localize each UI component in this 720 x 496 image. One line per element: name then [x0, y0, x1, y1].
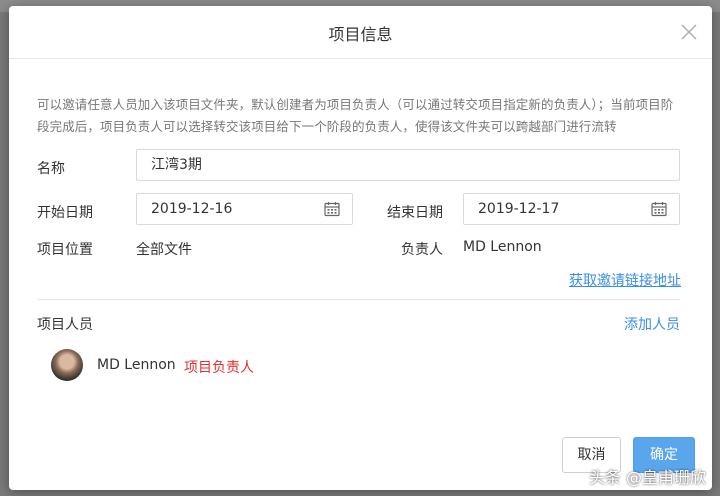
members-label: 项目人员 — [37, 317, 93, 333]
dialog-description: 可以邀请任意人员加入该项目文件夹，默认创建者为项目负责人（可以通过转交项目指定新… — [37, 97, 674, 134]
watermark: 头条 @皇甫珊欣 — [588, 468, 706, 487]
member-role-badge: 项目负责人 — [184, 360, 254, 376]
end-date-input[interactable]: 2019-12-17 — [463, 193, 680, 225]
owner-value: MD Lennon — [463, 239, 542, 255]
end-date-label: 结束日期 — [387, 205, 443, 221]
section-divider — [37, 299, 680, 300]
start-date-label: 开始日期 — [37, 205, 93, 221]
name-label: 名称 — [37, 161, 65, 177]
project-info-dialog: 项目信息 可以邀请任意人员加入该项目文件夹，默认创建者为项目负责人（可以通过转交… — [9, 6, 712, 490]
add-member-link[interactable]: 添加人员 — [624, 314, 680, 334]
close-icon[interactable] — [680, 23, 698, 41]
member-name: MD Lennon — [97, 357, 176, 373]
avatar — [51, 349, 83, 381]
location-value: 全部文件 — [136, 242, 192, 258]
calendar-icon[interactable] — [324, 201, 340, 217]
location-label: 项目位置 — [37, 242, 93, 258]
invite-link[interactable]: 获取邀请链接地址 — [569, 270, 681, 290]
end-date-value: 2019-12-17 — [478, 201, 560, 217]
start-date-value: 2019-12-16 — [151, 201, 233, 217]
name-input[interactable]: 江湾3期 — [136, 149, 680, 181]
start-date-input[interactable]: 2019-12-16 — [136, 193, 353, 225]
dialog-title: 项目信息 — [328, 25, 393, 44]
calendar-icon[interactable] — [651, 201, 667, 217]
dialog-header: 项目信息 — [9, 6, 712, 59]
owner-label: 负责人 — [401, 242, 443, 258]
